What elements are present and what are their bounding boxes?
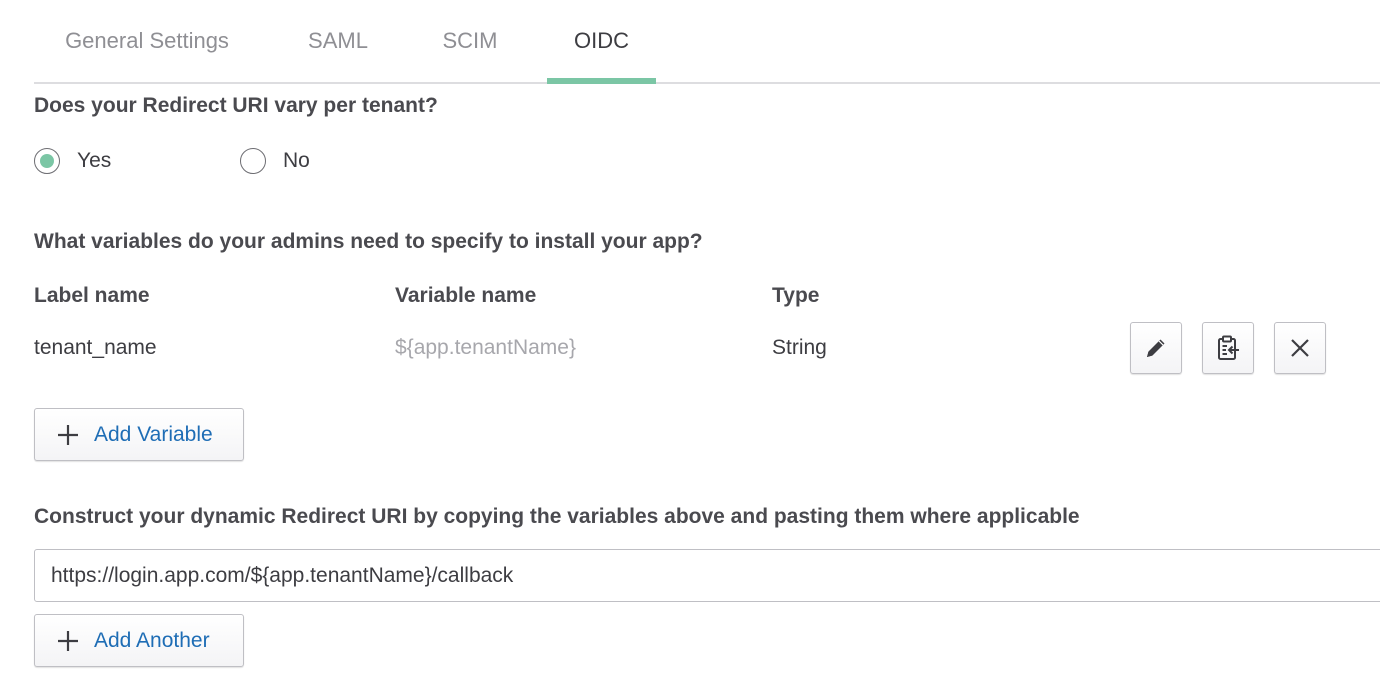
redirect-uri-question: Does your Redirect URI vary per tenant? xyxy=(34,94,438,117)
row-label-name: tenant_name xyxy=(34,336,157,359)
radio-yes[interactable]: Yes xyxy=(34,146,111,176)
header-variable-name: Variable name xyxy=(395,284,537,307)
radio-yes-circle[interactable] xyxy=(34,148,60,174)
settings-tabs: General Settings SAML SCIM OIDC xyxy=(34,0,1380,84)
oidc-settings-page: General Settings SAML SCIM OIDC Does you… xyxy=(0,0,1380,694)
radio-no-label: No xyxy=(283,149,310,172)
construct-uri-question: Construct your dynamic Redirect URI by c… xyxy=(34,505,1080,528)
add-another-button[interactable]: Add Another xyxy=(34,614,244,667)
header-type: Type xyxy=(772,284,820,307)
add-variable-button[interactable]: Add Variable xyxy=(34,408,244,461)
tab-general-settings[interactable]: General Settings xyxy=(34,0,260,82)
variables-question: What variables do your admins need to sp… xyxy=(34,230,703,253)
tab-oidc[interactable]: OIDC xyxy=(547,0,656,84)
row-type: String xyxy=(772,336,827,359)
row-variable-name: ${app.tenantName} xyxy=(395,336,576,359)
header-label-name: Label name xyxy=(34,284,150,307)
redirect-uri-input[interactable]: https://login.app.com/${app.tenantName}/… xyxy=(34,549,1380,602)
plus-icon xyxy=(57,424,79,446)
edit-variable-button[interactable] xyxy=(1130,322,1182,374)
remove-variable-button[interactable] xyxy=(1274,322,1326,374)
radio-yes-label: Yes xyxy=(77,149,112,172)
clipboard-copy-icon xyxy=(1214,334,1242,362)
radio-no[interactable]: No xyxy=(240,146,310,176)
radio-selected-dot xyxy=(40,154,54,168)
tab-scim[interactable]: SCIM xyxy=(419,0,521,82)
pencil-icon xyxy=(1143,335,1169,361)
add-variable-label: Add Variable xyxy=(94,422,213,446)
copy-variable-button[interactable] xyxy=(1202,322,1254,374)
plus-icon xyxy=(57,630,79,652)
close-icon xyxy=(1289,337,1311,359)
tab-saml[interactable]: SAML xyxy=(284,0,392,82)
add-another-label: Add Another xyxy=(94,628,210,652)
radio-no-circle[interactable] xyxy=(240,148,266,174)
